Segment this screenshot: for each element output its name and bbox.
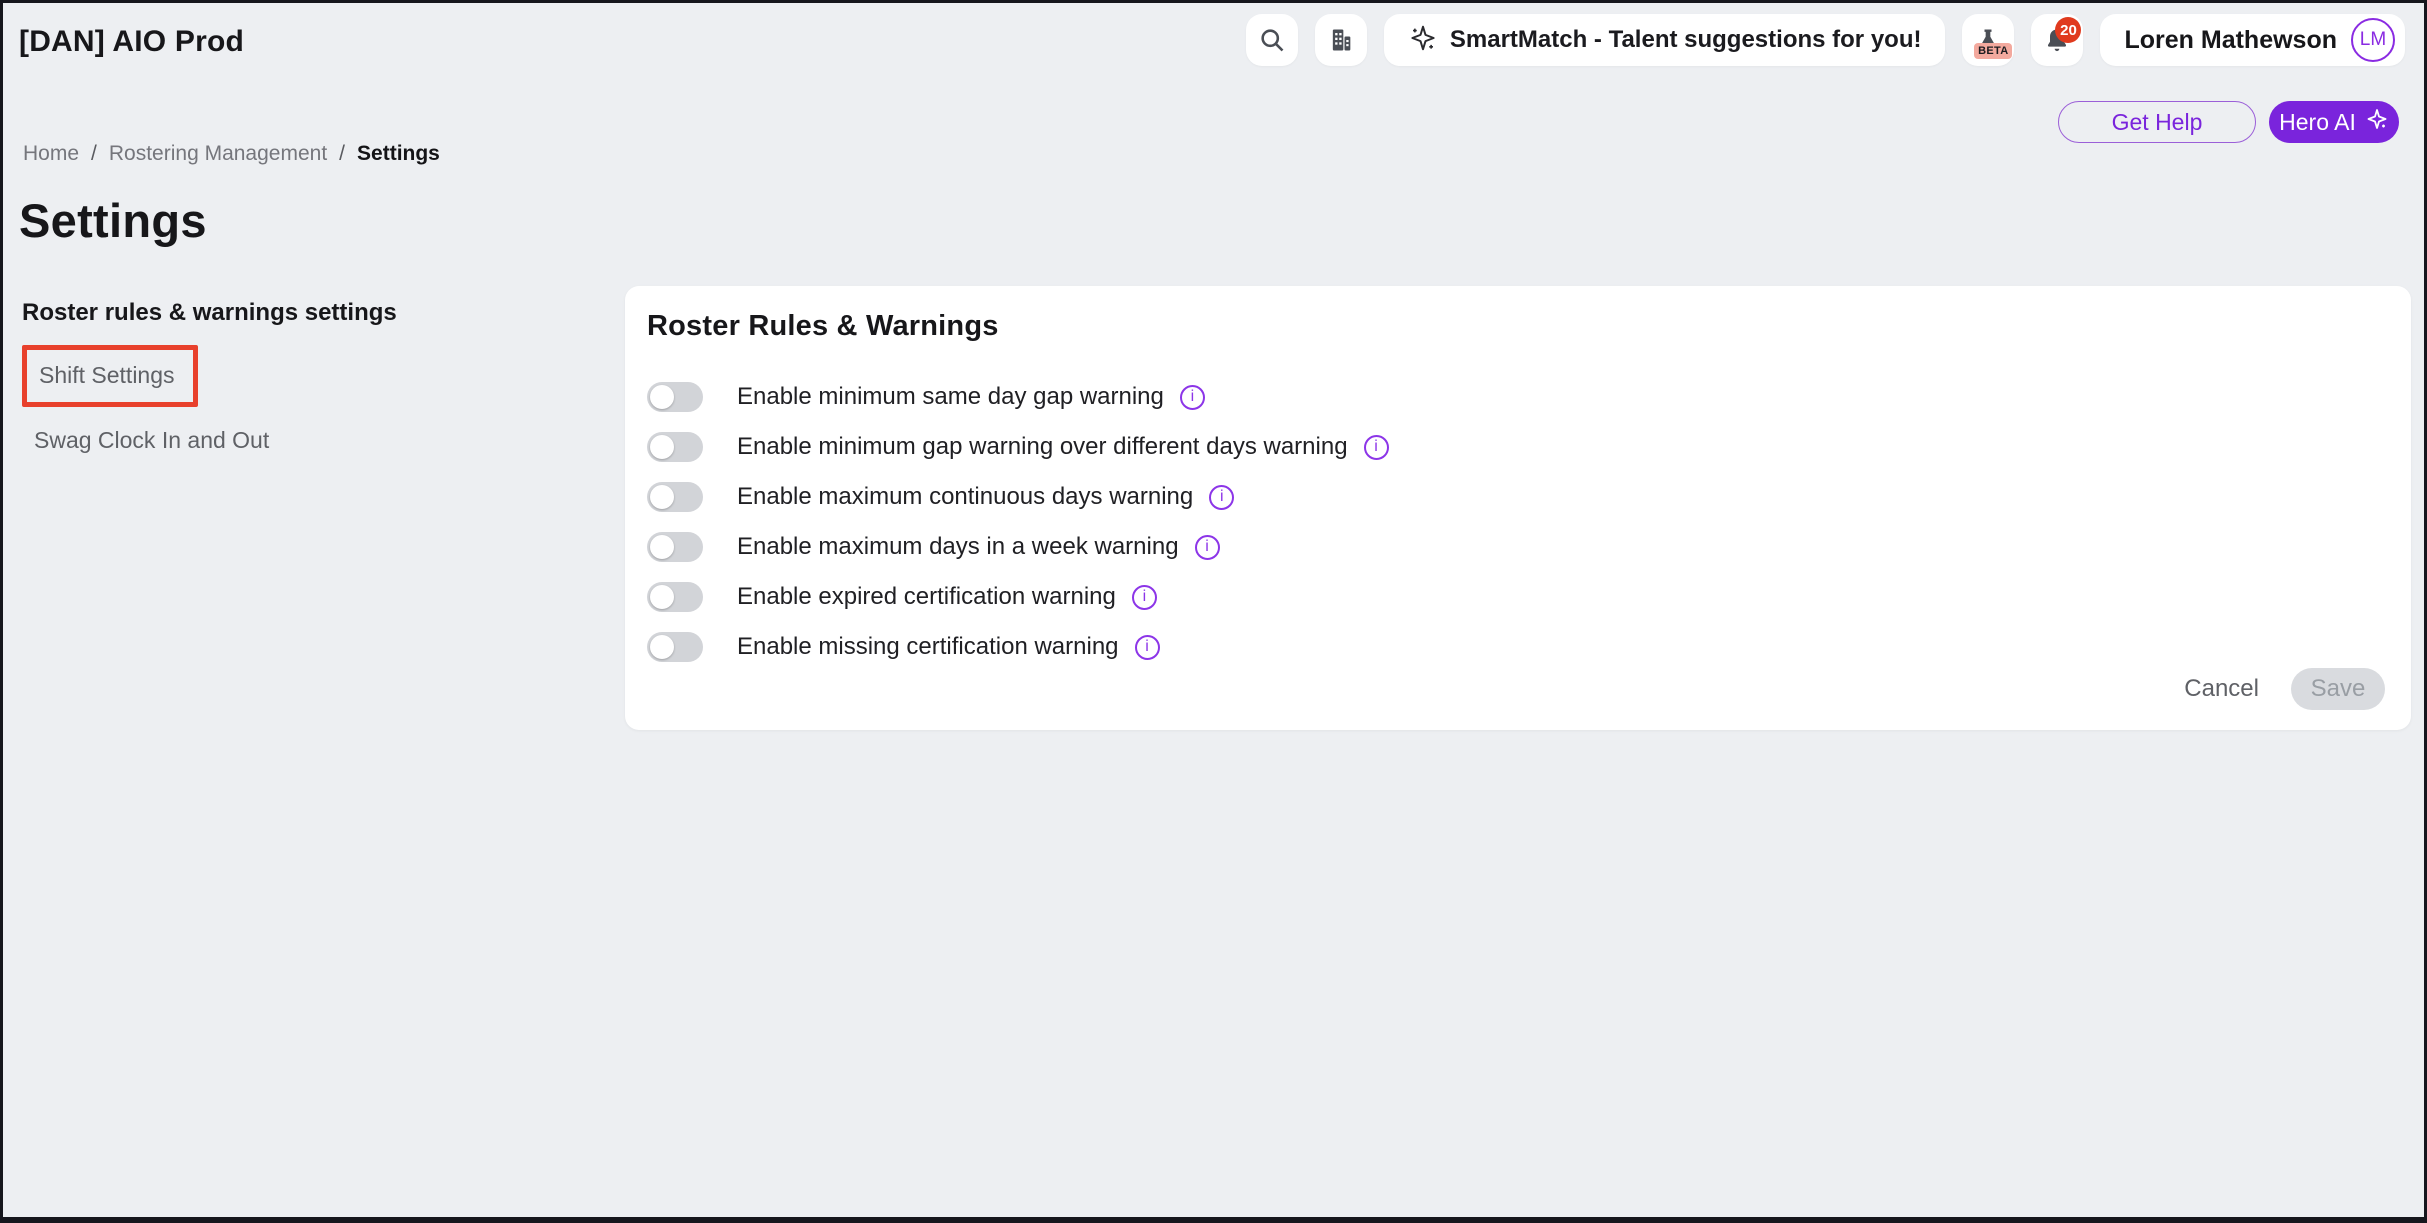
smartmatch-label: SmartMatch - Talent suggestions for you!	[1450, 26, 1922, 54]
beta-labs-button[interactable]: BETA	[1962, 14, 2014, 66]
info-icon[interactable]: i	[1364, 435, 1389, 460]
sparkle-icon	[1408, 23, 1438, 58]
toggle-row: Enable maximum continuous days warning i	[647, 472, 2389, 522]
cancel-button[interactable]: Cancel	[2184, 675, 2259, 703]
page-title: Settings	[19, 193, 207, 248]
panel-title: Roster Rules & Warnings	[647, 310, 2389, 343]
toggle-row: Enable minimum same day gap warning i	[647, 372, 2389, 422]
toggle-missing-certification[interactable]	[647, 632, 703, 662]
info-icon[interactable]: i	[1195, 535, 1220, 560]
user-name: Loren Mathewson	[2124, 26, 2337, 55]
app-root: { "app": { "title": "[DAN] AIO Prod" }, …	[0, 0, 2427, 1223]
smartmatch-banner-button[interactable]: SmartMatch - Talent suggestions for you!	[1384, 14, 1946, 66]
breadcrumb-separator: /	[339, 142, 345, 166]
info-icon[interactable]: i	[1180, 385, 1205, 410]
breadcrumb: Home / Rostering Management / Settings	[23, 142, 440, 166]
avatar: LM	[2351, 18, 2395, 62]
toggle-label: Enable expired certification warning	[737, 583, 1116, 611]
toggle-min-same-day-gap[interactable]	[647, 382, 703, 412]
toggle-expired-certification[interactable]	[647, 582, 703, 612]
breadcrumb-separator: /	[91, 142, 97, 166]
notification-count-badge: 20	[2055, 17, 2081, 43]
search-button[interactable]	[1246, 14, 1298, 66]
toggle-label: Enable minimum same day gap warning	[737, 383, 1164, 411]
breadcrumb-home[interactable]: Home	[23, 142, 79, 166]
toggle-row: Enable minimum gap warning over differen…	[647, 422, 2389, 472]
toggle-min-gap-different-days[interactable]	[647, 432, 703, 462]
roster-rules-panel: Roster Rules & Warnings Enable minimum s…	[625, 286, 2411, 730]
highlight-box: Shift Settings	[22, 345, 198, 407]
info-icon[interactable]: i	[1135, 635, 1160, 660]
hero-ai-label: Hero AI	[2279, 109, 2356, 136]
sidebar-heading: Roster rules & warnings settings	[22, 299, 592, 327]
beta-badge: BETA	[1974, 43, 2012, 59]
building-icon	[1327, 26, 1355, 54]
toggle-row: Enable missing certification warning i	[647, 622, 2389, 672]
notifications-button[interactable]: 20	[2031, 14, 2083, 66]
panel-footer: Cancel Save	[2184, 668, 2385, 710]
toggle-knob	[650, 535, 674, 559]
toggle-label: Enable minimum gap warning over differen…	[737, 433, 1348, 461]
info-icon[interactable]: i	[1209, 485, 1234, 510]
save-button[interactable]: Save	[2291, 668, 2385, 710]
toggle-max-days-week[interactable]	[647, 532, 703, 562]
organization-button[interactable]	[1315, 14, 1367, 66]
hero-ai-button[interactable]: Hero AI	[2269, 101, 2399, 143]
toggle-row: Enable expired certification warning i	[647, 572, 2389, 622]
breadcrumb-current: Settings	[357, 142, 440, 166]
get-help-button[interactable]: Get Help	[2058, 101, 2256, 143]
toggle-knob	[650, 635, 674, 659]
topbar-actions: SmartMatch - Talent suggestions for you!…	[1246, 14, 2405, 66]
toggle-row: Enable maximum days in a week warning i	[647, 522, 2389, 572]
toggle-list: Enable minimum same day gap warning i En…	[647, 372, 2389, 672]
toggle-label: Enable missing certification warning	[737, 633, 1119, 661]
toggle-knob	[650, 435, 674, 459]
toggle-knob	[650, 385, 674, 409]
toggle-knob	[650, 485, 674, 509]
sidebar-item-shift-settings[interactable]: Shift Settings	[39, 362, 175, 389]
breadcrumb-rostering-management[interactable]: Rostering Management	[109, 142, 327, 166]
info-icon[interactable]: i	[1132, 585, 1157, 610]
page-actions: Get Help Hero AI	[2058, 101, 2399, 143]
user-menu-button[interactable]: Loren Mathewson LM	[2100, 14, 2405, 66]
sidebar-item-swag-clock-in-and-out[interactable]: Swag Clock In and Out	[34, 427, 592, 454]
toggle-label: Enable maximum days in a week warning	[737, 533, 1179, 561]
toggle-knob	[650, 585, 674, 609]
hero-ai-sparkle-icon	[2365, 107, 2389, 137]
toggle-label: Enable maximum continuous days warning	[737, 483, 1193, 511]
search-icon	[1258, 26, 1286, 54]
get-help-label: Get Help	[2112, 109, 2203, 136]
settings-sidebar: Roster rules & warnings settings Shift S…	[22, 299, 592, 454]
app-title: [DAN] AIO Prod	[19, 25, 244, 59]
toggle-max-continuous-days[interactable]	[647, 482, 703, 512]
